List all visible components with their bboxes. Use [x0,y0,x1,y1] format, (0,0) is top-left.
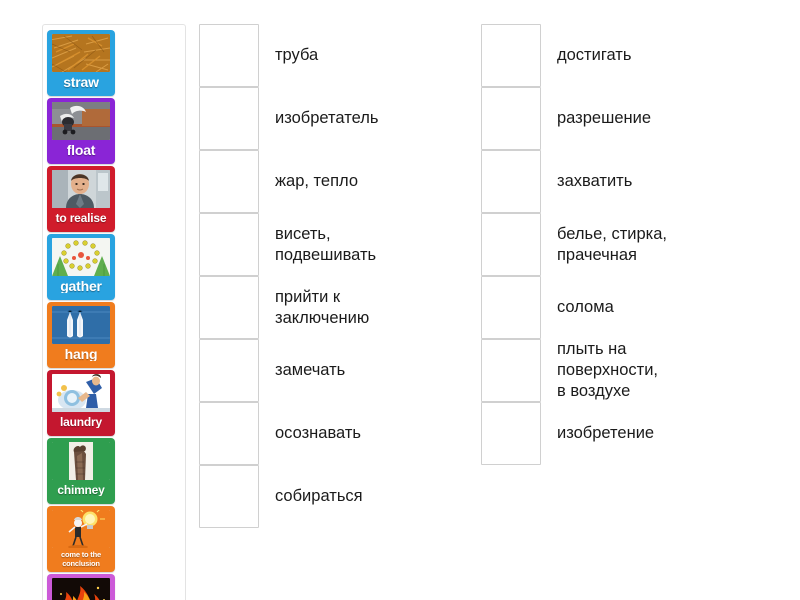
answer-text: замечать [275,361,346,380]
vocab-card-to-realise[interactable]: to realise [47,166,115,232]
drop-target-box[interactable] [199,402,259,465]
hanging-clothes-photo [52,306,110,344]
answer-column-right: достигать разрешение захватить белье, стирк… [481,24,781,465]
answer-text: захватить [557,172,633,191]
drop-target-box[interactable] [199,339,259,402]
drop-target-box[interactable] [481,276,541,339]
vocab-card-gather[interactable]: gather [47,234,115,300]
answer-text: разрешение [557,109,652,128]
answer-row: собираться [199,465,479,528]
man-thinking-photo [52,170,110,208]
vocab-card-float[interactable]: float [47,98,115,164]
vocab-card-label: hang [64,346,98,362]
drop-target-box[interactable] [481,87,541,150]
answer-row: изобретатель [199,87,479,150]
laundry-photo [52,374,110,412]
answer-row: разрешение [481,87,781,150]
answer-text: осознавать [275,424,362,443]
answer-row: осознавать [199,402,479,465]
drop-target-box[interactable] [199,150,259,213]
drop-target-box[interactable] [199,465,259,528]
vocab-card-heat[interactable]: heat [47,574,115,600]
drop-target-box[interactable] [481,150,541,213]
answer-row: висеть, подвешивать [199,213,479,276]
vocab-card-label: float [66,142,96,158]
drop-target-box[interactable] [481,402,541,465]
straw-photo [52,34,110,72]
answer-text: прийти к заключению [275,287,370,327]
vocab-card-chimney[interactable]: chimney [47,438,115,504]
answer-text: плыть на поверхности, в воздухе [557,340,659,400]
answer-text: собираться [275,487,363,506]
vocab-card-laundry[interactable]: laundry [47,370,115,436]
answer-row: белье, стирка, прачечная [481,213,781,276]
match-up-exercise: straw float to realise gather hang laund… [0,0,800,600]
answer-row: солома [481,276,781,339]
answer-text: труба [275,46,319,65]
answer-row: достигать [481,24,781,87]
answer-row: труба [199,24,479,87]
answer-row: замечать [199,339,479,402]
gather-photo [52,238,110,276]
answer-row: жар, тепло [199,150,479,213]
drop-target-box[interactable] [199,87,259,150]
answer-text: достигать [557,46,632,65]
drop-target-box[interactable] [199,24,259,87]
drop-target-box[interactable] [199,276,259,339]
fire-heat-photo [52,578,110,600]
drop-target-box[interactable] [481,339,541,402]
answer-text: солома [557,298,614,317]
answer-row: прийти к заключению [199,276,479,339]
vocab-card-straw[interactable]: straw [47,30,115,96]
answer-text: изобретение [557,424,655,443]
vocab-card-label: to realise [55,211,107,225]
chimney-photo [52,442,110,480]
answer-text: белье, стирка, прачечная [557,224,668,264]
vocab-card-label: chimney [57,483,105,497]
answer-row: плыть на поверхности, в воздухе [481,339,781,402]
answer-column-middle: труба изобретатель жар, тепло висеть, подве… [199,24,479,528]
vocab-card-label: straw [63,74,99,90]
answer-row: захватить [481,150,781,213]
vocab-card-come-to-the-conclusion[interactable]: come to the conclusion [47,506,115,572]
card-bank: straw float to realise gather hang laund… [42,24,186,600]
answer-row: изобретение [481,402,781,465]
drop-target-box[interactable] [481,24,541,87]
vocab-card-label: come to the conclusion [61,550,101,568]
vocab-card-hang[interactable]: hang [47,302,115,368]
answer-text: жар, тепло [275,172,359,191]
drop-target-box[interactable] [481,213,541,276]
vocab-card-label: gather [60,278,102,294]
answer-text: висеть, подвешивать [275,224,377,264]
drop-target-box[interactable] [199,213,259,276]
answer-text: изобретатель [275,109,379,128]
vocab-card-label: laundry [60,415,102,429]
float-photo [52,102,110,140]
lightbulb-idea-photo [52,510,110,548]
